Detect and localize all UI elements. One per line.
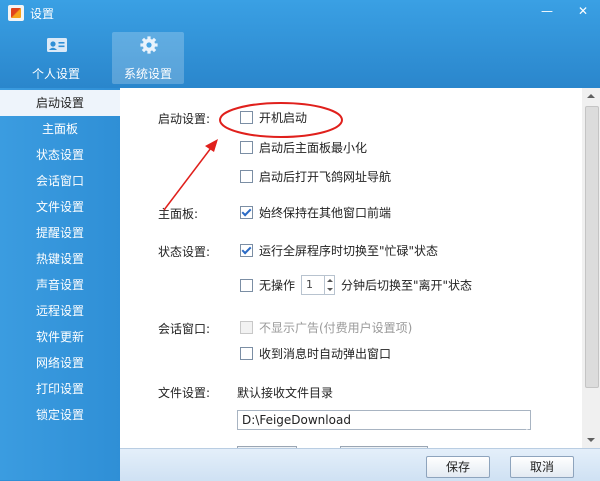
checkbox[interactable] <box>240 111 253 124</box>
settings-window: 设置 — ✕ 个人设置 系统设置 启动设置 主面板 状态设置 会话窗口 文件设置… <box>0 0 600 481</box>
sidebar-item-hotkey[interactable]: 热键设置 <box>0 246 120 272</box>
tab-personal-settings[interactable]: 个人设置 <box>20 32 92 84</box>
sidebar-item-remote[interactable]: 远程设置 <box>0 298 120 324</box>
idle-minutes-stepper[interactable]: 1 <box>301 275 336 295</box>
sidebar-item-lock[interactable]: 锁定设置 <box>0 402 120 428</box>
option-label: 启动后打开飞鸽网址导航 <box>259 170 392 184</box>
stepper-value: 1 <box>306 278 314 291</box>
sidebar-item-file[interactable]: 文件设置 <box>0 194 120 220</box>
title-bar: 设置 — ✕ 个人设置 系统设置 <box>0 0 600 88</box>
checkbox[interactable] <box>240 206 253 219</box>
baidu-watermark: Baidu 经验 <box>466 428 555 447</box>
checkbox[interactable] <box>240 170 253 183</box>
save-button[interactable]: 保存 <box>426 456 490 478</box>
footer-bar: 保存 取消 <box>120 448 600 481</box>
sidebar-item-status[interactable]: 状态设置 <box>0 142 120 168</box>
option-hide-ads: 不显示广告(付费用户设置项) <box>240 320 412 336</box>
receive-dir-label: 默认接收文件目录 <box>237 386 334 400</box>
stepper-arrows-icon[interactable] <box>324 276 334 294</box>
tab-personal-settings-label: 个人设置 <box>31 67 80 81</box>
sidebar-item-main-panel[interactable]: 主面板 <box>0 116 120 142</box>
scroll-down-icon[interactable] <box>582 432 600 448</box>
option-label: 运行全屏程序时切换至"忙碌"状态 <box>259 244 439 258</box>
checkbox[interactable] <box>240 244 253 257</box>
gear-icon <box>140 36 158 54</box>
sidebar-item-reminder[interactable]: 提醒设置 <box>0 220 120 246</box>
main-panel-section-label: 主面板: <box>158 207 199 221</box>
tab-system-settings-label: 系统设置 <box>123 67 172 81</box>
option-label: 开机启动 <box>259 111 308 125</box>
settings-content: 启动设置: 开机启动 启动后主面板最小化 启动后打开飞鸽网址导航 主面板: 始终… <box>120 88 582 448</box>
id-card-icon <box>47 38 67 52</box>
minimize-button[interactable]: — <box>537 2 557 20</box>
option-launch-at-boot[interactable]: 开机启动 <box>240 110 307 126</box>
chat-section-label: 会话窗口: <box>158 322 211 336</box>
option-label: 启动后主面板最小化 <box>259 141 368 155</box>
checkbox <box>240 321 253 334</box>
scroll-up-icon[interactable] <box>582 88 600 104</box>
option-label-before: 无操作 <box>259 278 296 293</box>
option-minimize-main-panel[interactable]: 启动后主面板最小化 <box>240 140 367 156</box>
app-logo-icon <box>8 5 24 21</box>
sidebar-item-sound[interactable]: 声音设置 <box>0 272 120 298</box>
sidebar-item-network[interactable]: 网络设置 <box>0 350 120 376</box>
option-open-nav-site[interactable]: 启动后打开飞鸽网址导航 <box>240 169 391 185</box>
sidebar-item-startup[interactable]: 启动设置 <box>0 90 120 116</box>
sidebar-item-print[interactable]: 打印设置 <box>0 376 120 402</box>
option-always-on-top[interactable]: 始终保持在其他窗口前端 <box>240 205 391 221</box>
tab-system-settings[interactable]: 系统设置 <box>112 32 184 84</box>
settings-sidebar: 启动设置 主面板 状态设置 会话窗口 文件设置 提醒设置 热键设置 声音设置 远… <box>0 88 120 480</box>
status-section-label: 状态设置: <box>158 245 211 259</box>
sidebar-item-update[interactable]: 软件更新 <box>0 324 120 350</box>
window-title: 设置 <box>30 7 55 21</box>
file-section-label: 文件设置: <box>158 386 211 400</box>
option-label: 始终保持在其他窗口前端 <box>259 206 392 220</box>
option-popup-on-message[interactable]: 收到消息时自动弹出窗口 <box>240 346 391 362</box>
option-label: 收到消息时自动弹出窗口 <box>259 347 392 361</box>
checkbox[interactable] <box>240 278 253 292</box>
startup-section-label: 启动设置: <box>158 112 211 126</box>
cancel-button[interactable]: 取消 <box>510 456 574 478</box>
sidebar-item-chat-window[interactable]: 会话窗口 <box>0 168 120 194</box>
option-busy-on-fullscreen[interactable]: 运行全屏程序时切换至"忙碌"状态 <box>240 243 438 259</box>
content-scrollbar[interactable] <box>582 88 600 448</box>
option-label-after: 分钟后切换至"离开"状态 <box>341 278 473 293</box>
scrollbar-thumb[interactable] <box>585 106 599 388</box>
checkbox[interactable] <box>240 141 253 154</box>
close-button[interactable]: ✕ <box>573 2 593 20</box>
checkbox[interactable] <box>240 347 253 360</box>
option-away-after-idle[interactable]: 无操作 1 分钟后切换至"离开"状态 <box>240 275 473 295</box>
option-label: 不显示广告(付费用户设置项) <box>259 321 413 335</box>
